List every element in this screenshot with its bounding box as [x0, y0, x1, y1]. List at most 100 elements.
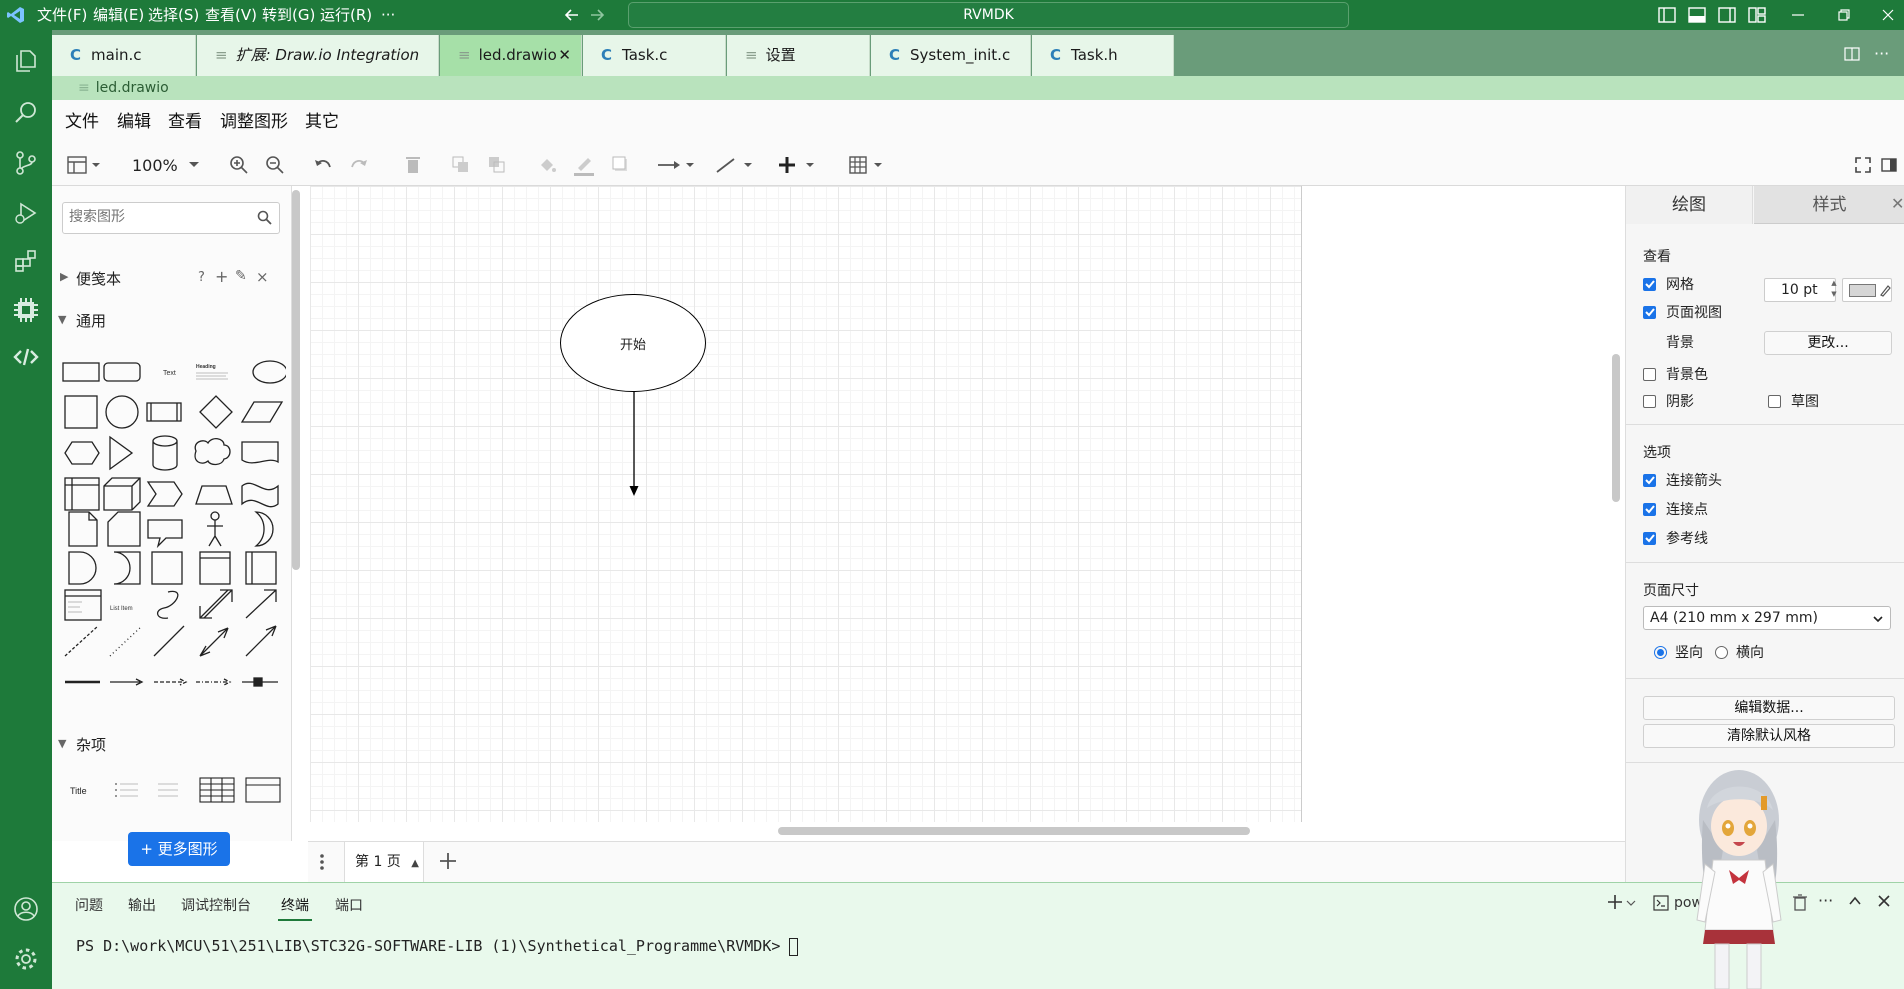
- close-window-icon[interactable]: [1880, 7, 1896, 23]
- kill-terminal-icon[interactable]: [1792, 893, 1808, 911]
- page-size-select[interactable]: A4 (210 mm x 297 mm): [1643, 606, 1891, 630]
- page-tab-1[interactable]: 第 1 页 ▲: [344, 842, 424, 882]
- drawio-menu-edit[interactable]: 编辑: [117, 100, 151, 144]
- line-color-icon[interactable]: [572, 152, 596, 178]
- grid-checkbox[interactable]: [1643, 277, 1656, 291]
- split-editor-icon[interactable]: [1844, 46, 1860, 62]
- format-panel-toggle-icon[interactable]: [1878, 152, 1900, 178]
- to-back-icon[interactable]: [486, 152, 508, 178]
- terminal-output[interactable]: PS D:\work\MCU\51\251\LIB\STC32G-SOFTWAR…: [76, 937, 799, 956]
- shadow-checkbox-row[interactable]: 阴影: [1643, 391, 1694, 411]
- to-front-icon[interactable]: [450, 152, 472, 178]
- tab-settings[interactable]: ≡ 设置: [727, 35, 870, 76]
- grid-size-stepper[interactable]: ▲ ▼: [1830, 278, 1838, 302]
- customize-layout-icon[interactable]: [1748, 7, 1766, 23]
- panel-tab-terminal[interactable]: 终端: [281, 895, 309, 915]
- remote-explorer-icon[interactable]: [9, 340, 43, 374]
- search-icon[interactable]: [257, 210, 273, 226]
- tab-main-c[interactable]: Cmain.c: [52, 35, 196, 76]
- connector-arrow[interactable]: [626, 392, 642, 502]
- search-icon[interactable]: [9, 96, 43, 130]
- page-view-checkbox-row[interactable]: 页面视图: [1643, 302, 1722, 322]
- scratchpad-section[interactable]: ▶ 便笺本 ? + ✎ ×: [52, 266, 292, 292]
- connection-style-icon[interactable]: [656, 152, 696, 178]
- zoom-out-icon[interactable]: [264, 152, 286, 178]
- edit-data-button[interactable]: 编辑数据...: [1643, 696, 1895, 720]
- guides-checkbox[interactable]: [1643, 531, 1656, 545]
- zoom-in-icon[interactable]: [228, 152, 250, 178]
- guides-row[interactable]: 参考线: [1643, 528, 1708, 548]
- fill-color-icon[interactable]: [536, 152, 558, 178]
- bg-color-checkbox-row[interactable]: 背景色: [1643, 364, 1708, 384]
- shadow-checkbox[interactable]: [1643, 394, 1656, 408]
- delete-icon[interactable]: [402, 152, 424, 178]
- drawio-menu-arrange[interactable]: 调整图形: [220, 100, 288, 144]
- shadow-icon[interactable]: [610, 152, 632, 178]
- explorer-icon[interactable]: [9, 44, 43, 78]
- misc-shapes-grid[interactable]: Title: [60, 772, 286, 812]
- insert-table-icon[interactable]: [848, 152, 888, 178]
- close-panel-icon[interactable]: [1876, 893, 1892, 909]
- start-ellipse-shape[interactable]: 开始: [560, 294, 706, 392]
- more-shapes-button[interactable]: + 更多图形: [128, 832, 230, 866]
- menu-goto[interactable]: 转到(G): [262, 0, 315, 30]
- accounts-icon[interactable]: [9, 892, 43, 926]
- general-section[interactable]: ▼ 通用: [52, 308, 292, 334]
- back-arrow-icon[interactable]: [563, 6, 581, 24]
- insert-plus-icon[interactable]: [778, 152, 818, 178]
- toggle-primary-sidebar-icon[interactable]: [1658, 7, 1676, 23]
- misc-shape-palette[interactable]: Title: [60, 772, 286, 812]
- landscape-radio[interactable]: [1715, 645, 1728, 659]
- zoom-select[interactable]: 100%: [132, 152, 200, 178]
- menu-file[interactable]: 文件(F): [37, 0, 87, 30]
- breadcrumb[interactable]: ≡ led.drawio: [52, 76, 1904, 100]
- panel-tab-output[interactable]: 输出: [128, 895, 156, 915]
- change-background-button[interactable]: 更改...: [1764, 331, 1892, 355]
- drawio-menu-view[interactable]: 查看: [168, 100, 202, 144]
- sketch-checkbox[interactable]: [1768, 394, 1781, 408]
- extensions-icon[interactable]: [9, 244, 43, 278]
- command-center-search[interactable]: RVMDK: [628, 2, 1349, 28]
- clear-default-style-button[interactable]: 清除默认风格: [1643, 724, 1895, 748]
- shape-palette[interactable]: Text Heading List Item: [60, 352, 286, 712]
- drawio-menu-file[interactable]: 文件: [65, 100, 99, 144]
- settings-gear-icon[interactable]: [9, 942, 43, 976]
- redo-icon[interactable]: [348, 152, 370, 178]
- scratchpad-close-icon[interactable]: ×: [256, 268, 269, 286]
- connection-points-checkbox[interactable]: [1643, 502, 1656, 516]
- pages-menu-icon[interactable]: [316, 852, 328, 872]
- fullscreen-icon[interactable]: [1852, 152, 1874, 178]
- close-format-panel-icon[interactable]: ✕: [1891, 194, 1904, 213]
- tab-style[interactable]: 样式: [1754, 186, 1904, 224]
- menu-edit[interactable]: 编辑(E): [93, 0, 144, 30]
- chip-icon[interactable]: [9, 293, 43, 327]
- sketch-checkbox-row[interactable]: 草图: [1768, 391, 1819, 411]
- menu-run[interactable]: 运行(R): [320, 0, 372, 30]
- connection-arrows-row[interactable]: 连接箭头: [1643, 470, 1722, 490]
- restore-icon[interactable]: [1836, 7, 1852, 23]
- tab-diagram[interactable]: 绘图: [1626, 186, 1753, 224]
- terminal-shell-icon[interactable]: [1653, 895, 1669, 911]
- new-terminal-icon[interactable]: [1607, 893, 1637, 913]
- grid-color-picker[interactable]: [1842, 278, 1892, 302]
- tab-led-drawio[interactable]: ≡ led.drawio ✕: [440, 35, 582, 76]
- panel-tab-problems[interactable]: 问题: [75, 895, 103, 915]
- shapes-search-input[interactable]: [69, 203, 249, 231]
- undo-icon[interactable]: [312, 152, 334, 178]
- scratchpad-add-icon[interactable]: +: [215, 267, 228, 286]
- canvas-vertical-scrollbar[interactable]: [1612, 354, 1620, 502]
- close-tab-icon[interactable]: ✕: [558, 35, 571, 76]
- tab-task-c[interactable]: C Task.c: [583, 35, 726, 76]
- diagram-page[interactable]: 开始: [310, 186, 1302, 822]
- menu-view[interactable]: 查看(V): [205, 0, 257, 30]
- grid-size-input[interactable]: 10 pt: [1764, 278, 1836, 302]
- panels-toggle-icon[interactable]: [64, 152, 104, 178]
- minimize-icon[interactable]: [1790, 7, 1806, 23]
- connection-points-row[interactable]: 连接点: [1643, 499, 1708, 519]
- panel-tab-debug-console[interactable]: 调试控制台: [181, 895, 251, 915]
- toggle-secondary-sidebar-icon[interactable]: [1718, 7, 1736, 23]
- tab-system-init-c[interactable]: C System_init.c: [871, 35, 1031, 76]
- scratchpad-help-icon[interactable]: ?: [198, 270, 205, 285]
- shapes-search-box[interactable]: [62, 202, 280, 234]
- landscape-radio-row[interactable]: 横向: [1715, 642, 1764, 662]
